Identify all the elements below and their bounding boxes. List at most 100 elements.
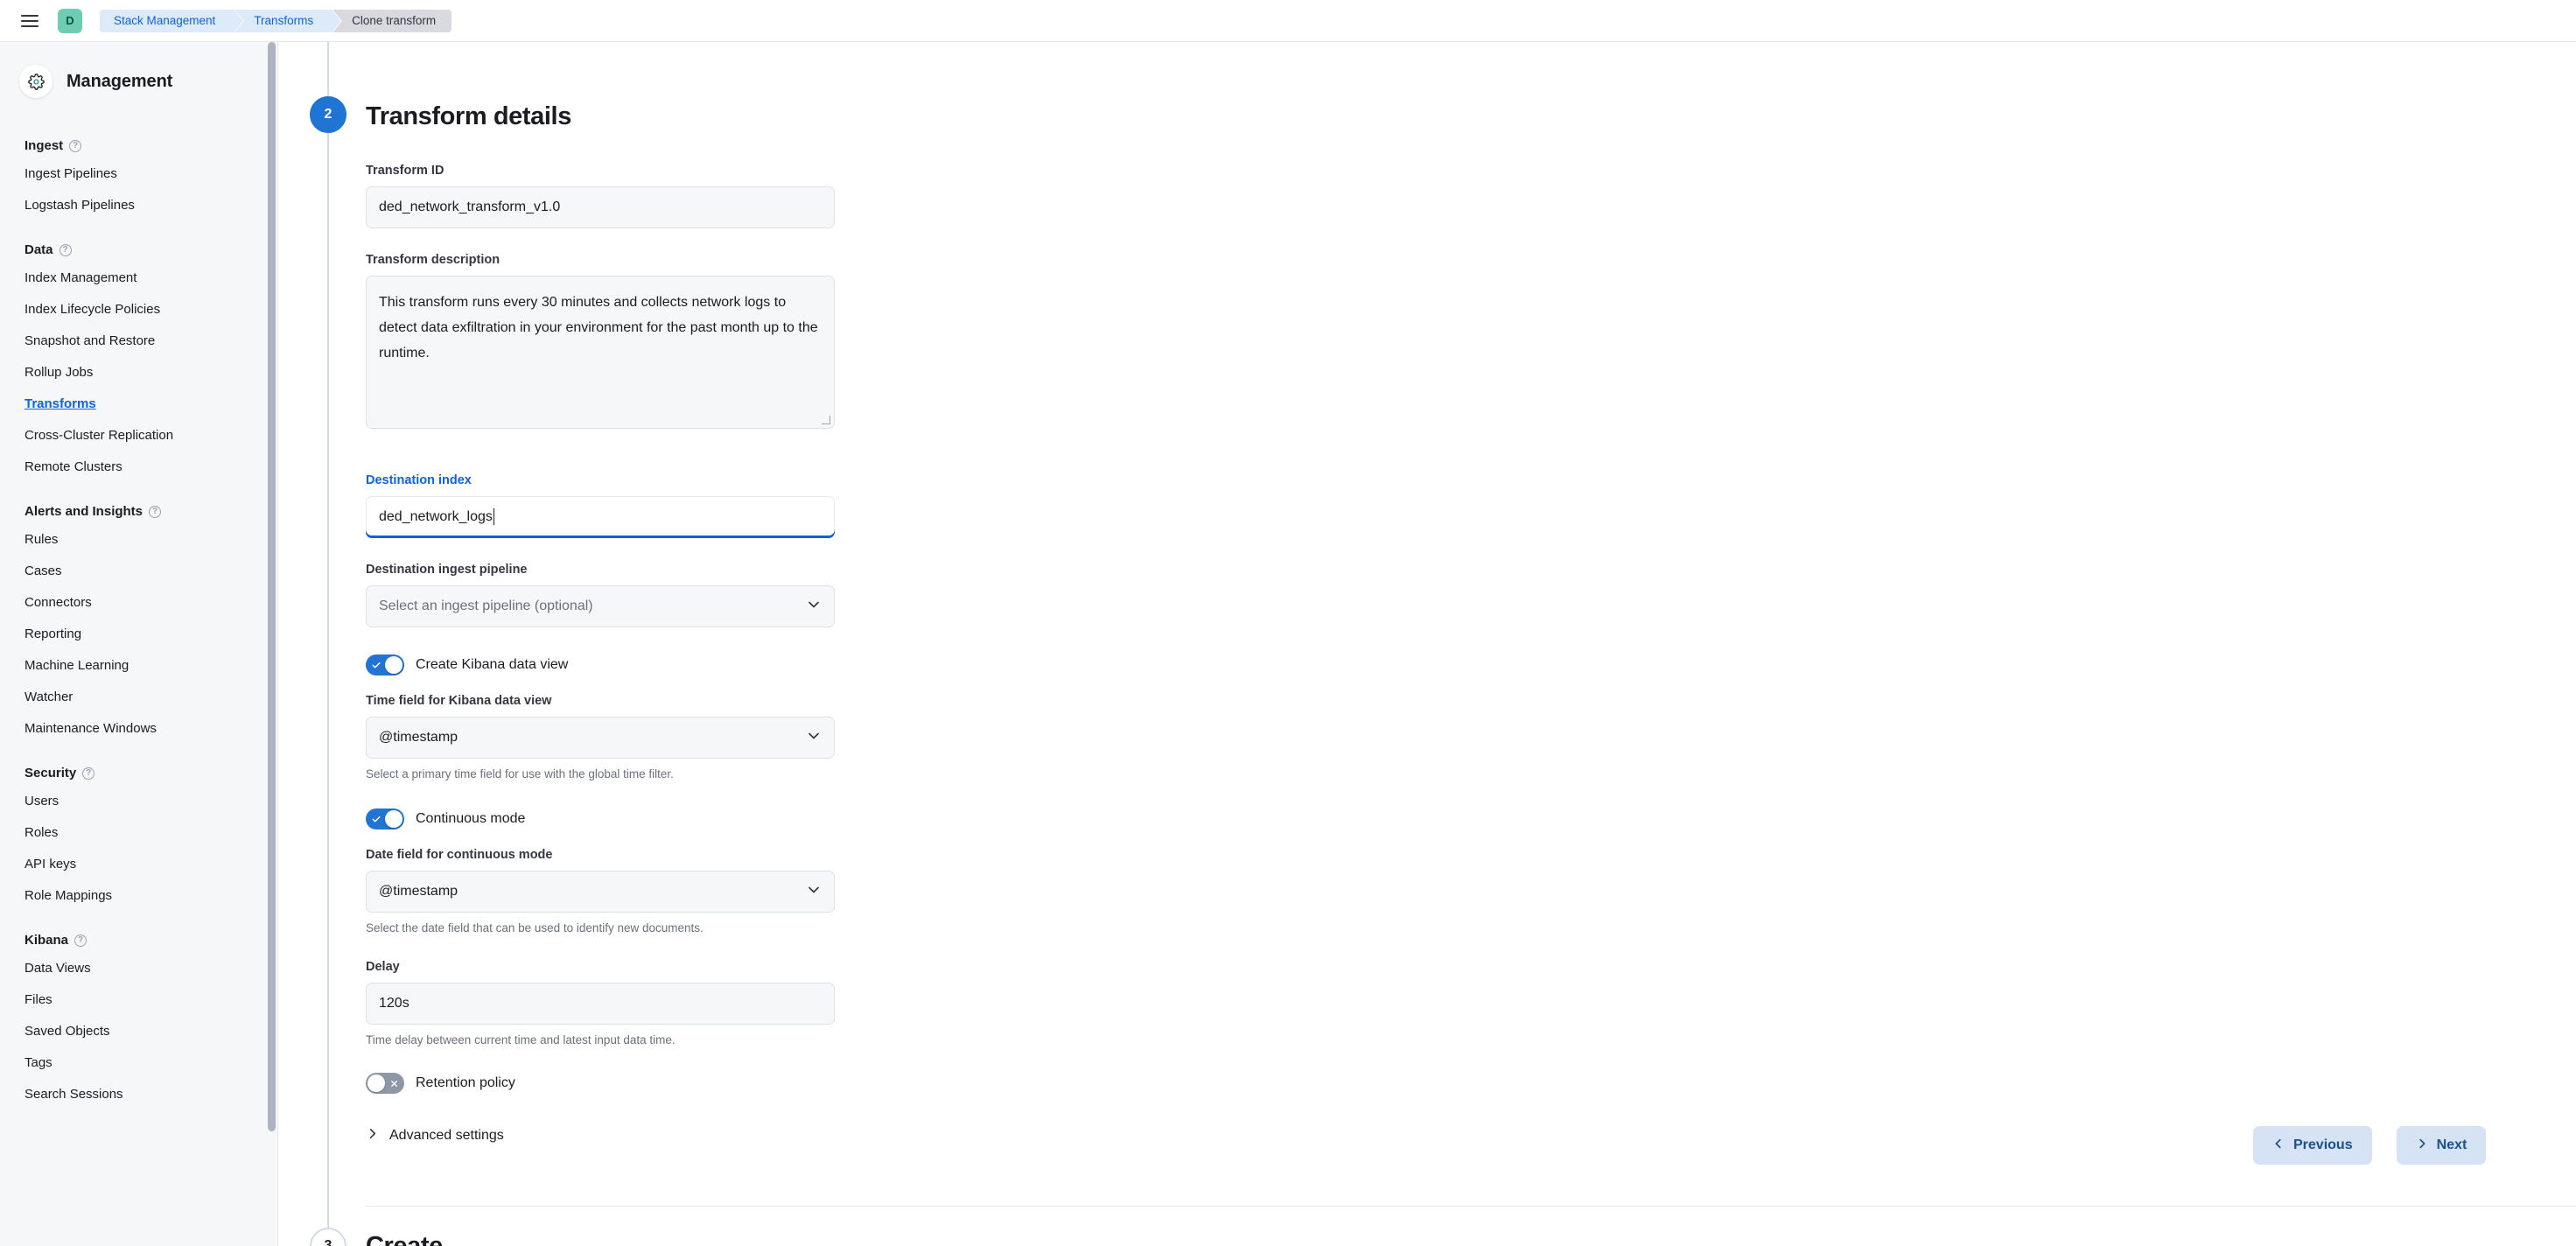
time-field-select[interactable]: @timestamp	[366, 717, 835, 759]
sidebar-item-machine-learning[interactable]: Machine Learning	[0, 650, 277, 682]
space-avatar[interactable]: D	[58, 9, 82, 33]
label-transform-description: Transform description	[366, 252, 835, 269]
sidebar-scrollbar-thumb[interactable]	[268, 42, 276, 1131]
advanced-settings-label: Advanced settings	[389, 1128, 504, 1144]
transform-id-value: ded_network_transform_v1.0	[379, 200, 560, 215]
sidebar-item-maintenance-windows[interactable]: Maintenance Windows	[0, 713, 277, 745]
sidebar-item-remote-clusters[interactable]: Remote Clusters	[0, 452, 277, 483]
sidebar-item-data-views[interactable]: Data Views	[0, 953, 277, 984]
continuous-mode-toggle[interactable]	[366, 808, 404, 830]
breadcrumb-item-transforms[interactable]: Transforms	[234, 10, 332, 32]
retention-policy-toggle[interactable]	[366, 1073, 404, 1094]
create-kibana-data-view-label: Create Kibana data view	[416, 657, 568, 673]
label-delay: Delay	[366, 959, 835, 976]
sidebar-item-index-lifecycle-policies[interactable]: Index Lifecycle Policies	[0, 294, 277, 326]
top-header-bar: D Stack Management Transforms Clone tran…	[0, 0, 2576, 42]
destination-ingest-pipeline-select[interactable]: Select an ingest pipeline (optional)	[366, 585, 835, 627]
sidebar-navigation: Management Ingest ? Ingest Pipelines Log…	[0, 42, 278, 1246]
sidebar-group-ingest: Ingest ? Ingest Pipelines Logstash Pipel…	[0, 122, 277, 221]
sidebar-item-users[interactable]: Users	[0, 786, 277, 817]
label-transform-id: Transform ID	[366, 163, 835, 179]
retention-policy-label: Retention policy	[416, 1075, 515, 1091]
gear-icon	[19, 65, 52, 98]
label-date-field: Date field for continuous mode	[366, 847, 835, 864]
sidebar-item-api-keys[interactable]: API keys	[0, 849, 277, 880]
continuous-mode-label: Continuous mode	[416, 811, 525, 827]
destination-ingest-pipeline-placeholder: Select an ingest pipeline (optional)	[379, 598, 593, 614]
next-button[interactable]: Next	[2397, 1126, 2487, 1165]
sidebar-item-reporting[interactable]: Reporting	[0, 619, 277, 650]
question-circle-icon[interactable]: ?	[74, 934, 87, 947]
question-circle-icon[interactable]: ?	[60, 244, 72, 256]
chevron-right-icon	[2416, 1138, 2428, 1154]
sidebar-item-watcher[interactable]: Watcher	[0, 682, 277, 713]
sidebar-item-cases[interactable]: Cases	[0, 556, 277, 587]
sidebar-scrollbar[interactable]	[268, 42, 276, 1246]
help-text-date-field: Select the date field that can be used t…	[366, 920, 835, 937]
sidebar-group-label: Security	[24, 766, 76, 780]
sidebar-item-index-management[interactable]: Index Management	[0, 262, 277, 294]
advanced-settings-accordion[interactable]: Advanced settings	[366, 1127, 835, 1144]
sidebar-item-rules[interactable]: Rules	[0, 524, 277, 556]
chevron-left-icon	[2272, 1138, 2285, 1154]
previous-button-label: Previous	[2293, 1138, 2353, 1153]
sidebar-item-tags[interactable]: Tags	[0, 1047, 277, 1079]
step-title-transform-details: Transform details	[366, 102, 571, 131]
sidebar-item-logstash-pipelines[interactable]: Logstash Pipelines	[0, 190, 277, 221]
field-retention-policy: Retention policy	[366, 1073, 835, 1094]
check-icon	[367, 808, 386, 830]
field-create-kibana-data-view: Create Kibana data view	[366, 654, 835, 676]
time-field-value: @timestamp	[379, 730, 458, 746]
create-kibana-data-view-toggle[interactable]	[366, 654, 404, 676]
sidebar-item-files[interactable]: Files	[0, 984, 277, 1016]
field-transform-id: Transform ID ded_network_transform_v1.0	[366, 163, 835, 228]
sidebar-group-label: Ingest	[24, 138, 63, 153]
date-field-select[interactable]: @timestamp	[366, 871, 835, 913]
breadcrumb-item-stack-management[interactable]: Stack Management	[100, 10, 234, 32]
sidebar-group-title-kibana: Kibana ?	[0, 917, 277, 953]
sidebar-bottom-fade	[0, 1194, 278, 1246]
sidebar-item-role-mappings[interactable]: Role Mappings	[0, 880, 277, 912]
sidebar-group-title-ingest: Ingest ?	[0, 122, 277, 158]
date-field-value: @timestamp	[379, 884, 458, 900]
help-text-time-field: Select a primary time field for use with…	[366, 766, 835, 783]
sidebar-group-security: Security ? Users Roles API keys Role Map…	[0, 750, 277, 912]
delay-input[interactable]: 120s	[366, 983, 835, 1025]
question-circle-icon[interactable]: ?	[149, 506, 161, 518]
sidebar-group-data: Data ? Index Management Index Lifecycle …	[0, 227, 277, 483]
field-continuous-mode: Continuous mode	[366, 808, 835, 830]
step-badge-2: 2	[310, 96, 346, 133]
sidebar-item-cross-cluster-replication[interactable]: Cross-Cluster Replication	[0, 420, 277, 452]
destination-index-input[interactable]: ded_network_logs	[366, 496, 835, 538]
question-circle-icon[interactable]: ?	[82, 767, 94, 780]
previous-button[interactable]: Previous	[2253, 1126, 2372, 1165]
sidebar-group-label: Alerts and Insights	[24, 504, 143, 519]
field-advanced-settings: Advanced settings	[366, 1127, 835, 1144]
textarea-resize-handle[interactable]	[822, 416, 831, 425]
sidebar-item-search-sessions[interactable]: Search Sessions	[0, 1079, 277, 1110]
sidebar-item-ingest-pipelines[interactable]: Ingest Pipelines	[0, 158, 277, 190]
sidebar-item-snapshot-and-restore[interactable]: Snapshot and Restore	[0, 326, 277, 357]
help-text-delay: Time delay between current time and late…	[366, 1032, 835, 1049]
field-time-field: Time field for Kibana data view @timesta…	[366, 693, 835, 783]
sidebar-item-transforms[interactable]: Transforms	[0, 388, 277, 420]
sidebar-item-rollup-jobs[interactable]: Rollup Jobs	[0, 357, 277, 388]
hamburger-menu-icon[interactable]	[12, 4, 47, 38]
sidebar-header: Management	[0, 42, 277, 122]
sidebar-item-roles[interactable]: Roles	[0, 817, 277, 849]
sidebar-item-connectors[interactable]: Connectors	[0, 587, 277, 619]
transform-description-textarea[interactable]: This transform runs every 30 minutes and…	[366, 276, 835, 429]
transform-id-input[interactable]: ded_network_transform_v1.0	[366, 186, 835, 228]
sidebar-group-title-alerts-and-insights: Alerts and Insights ?	[0, 488, 277, 524]
sidebar-group-kibana: Kibana ? Data Views Files Saved Objects …	[0, 917, 277, 1110]
step-rail	[327, 42, 329, 1246]
field-date-field: Date field for continuous mode @timestam…	[366, 847, 835, 937]
main-content: 2 Transform details Transform ID ded_net…	[279, 42, 2576, 1246]
question-circle-icon[interactable]: ?	[69, 140, 81, 152]
step-badge-3: 3	[310, 1228, 346, 1246]
sidebar-group-alerts-and-insights: Alerts and Insights ? Rules Cases Connec…	[0, 488, 277, 745]
toggle-knob	[385, 656, 402, 674]
chevron-right-icon	[366, 1127, 379, 1144]
sidebar-item-saved-objects[interactable]: Saved Objects	[0, 1016, 277, 1047]
section-divider	[366, 1206, 2576, 1207]
